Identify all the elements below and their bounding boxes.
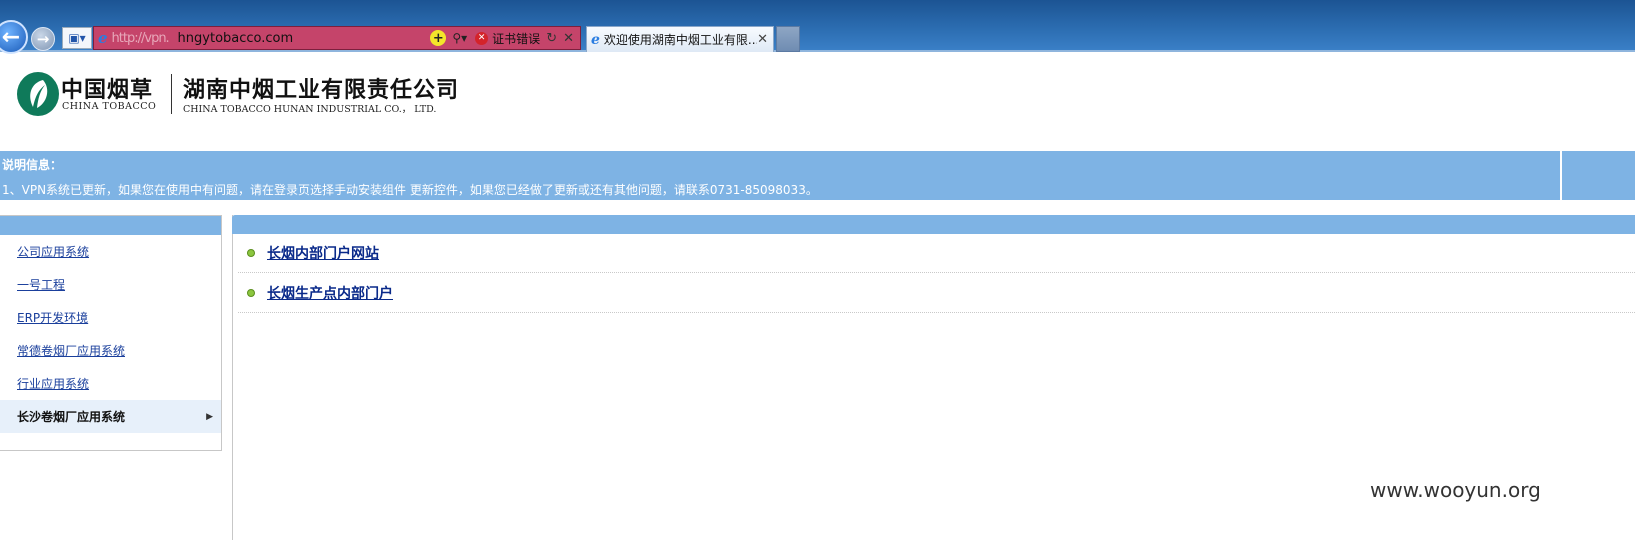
cert-error-icon[interactable]: ✕ (475, 31, 489, 45)
sidebar-header (0, 216, 221, 235)
list-item: 长烟内部门户网站 (238, 234, 1635, 273)
notice-banner-edge (1562, 151, 1635, 200)
sidebar-item-label[interactable]: 公司应用系统 (17, 243, 89, 260)
brand-en: CHINA TOBACCO (62, 101, 157, 112)
sidebar-item-label[interactable]: 常德卷烟厂应用系统 (17, 342, 125, 359)
search-icon[interactable]: ⚲▾ (452, 31, 467, 45)
brand-cn: 中国烟草 (61, 78, 154, 103)
bullet-icon (247, 289, 255, 297)
forward-button[interactable]: → (31, 27, 55, 51)
sidebar-item-company-apps[interactable]: 公司应用系统 (0, 235, 221, 268)
browser-chrome: ← → ▣▾ e http://vpn. hngytobacco.com + ⚲… (0, 0, 1635, 54)
new-tab-button[interactable] (776, 26, 800, 52)
main-divider (232, 215, 233, 540)
stop-icon[interactable]: ✕ (563, 31, 574, 46)
sidebar: 公司应用系统 一号工程 ERP开发环境 常德卷烟厂应用系统 行业应用系统 长沙卷… (0, 215, 222, 451)
list-item: 长烟生产点内部门户 (238, 274, 1635, 313)
add-icon[interactable]: + (430, 30, 447, 46)
sidebar-item-label[interactable]: 一号工程 (17, 276, 65, 293)
bullet-icon (247, 249, 255, 257)
forward-icon: → (36, 30, 50, 48)
sidebar-item-project-one[interactable]: 一号工程 (0, 268, 221, 301)
notice-text: 1、VPN系统已更新，如果您在使用中有问题，请在登录页选择手动安装组件 更新控件… (2, 183, 818, 197)
watermark: www.wooyun.org (1370, 478, 1541, 502)
sidebar-item-label[interactable]: ERP开发环境 (17, 309, 88, 326)
url-domain: hngytobacco.com (177, 30, 294, 46)
notice-title: 说明信息： (2, 158, 63, 172)
ie-icon: e (591, 31, 600, 48)
site-identity-icon: ▣▾ (68, 31, 86, 45)
leaf-icon (30, 80, 48, 108)
main-header-bar (232, 215, 1635, 234)
address-bar[interactable]: e http://vpn. hngytobacco.com + ⚲▾ ✕ 证书错… (93, 26, 581, 50)
sidebar-item-industry-apps[interactable]: 行业应用系统 (0, 367, 221, 400)
logo-divider (171, 74, 172, 114)
portal-link-production[interactable]: 长烟生产点内部门户 (267, 283, 393, 303)
site-identity-button[interactable]: ▣▾ (62, 27, 92, 49)
tab-close-icon[interactable]: ✕ (757, 32, 768, 47)
logo: 中国烟草 CHINA TOBACCO 湖南中烟工业有限责任公司 CHINA TO… (17, 70, 477, 118)
sidebar-item-label[interactable]: 行业应用系统 (17, 375, 89, 392)
chevron-right-icon: ▶ (206, 411, 213, 422)
sidebar-item-label: 长沙卷烟厂应用系统 (17, 410, 126, 424)
sidebar-item-erp-dev[interactable]: ERP开发环境 (0, 301, 221, 334)
tab-title: 欢迎使用湖南中烟工业有限... (603, 33, 758, 47)
notice-banner: 说明信息： 1、VPN系统已更新，如果您在使用中有问题，请在登录页选择手动安装组… (0, 151, 1560, 200)
portal-link-intranet[interactable]: 长烟内部门户网站 (267, 243, 379, 263)
sidebar-item-changde-factory[interactable]: 常德卷烟厂应用系统 (0, 334, 221, 367)
cert-error-label[interactable]: 证书错误 (492, 30, 540, 47)
back-icon: ← (1, 24, 21, 50)
sidebar-item-changsha-factory[interactable]: 长沙卷烟厂应用系统 ▶ (0, 400, 221, 433)
url-prefix: http://vpn. (111, 30, 170, 46)
browser-tab[interactable]: e 欢迎使用湖南中烟工业有限... ✕ (586, 26, 774, 52)
company-name-en: CHINA TOBACCO HUNAN INDUSTRIAL CO.， LTD. (183, 104, 437, 115)
ie-icon: e (98, 29, 108, 47)
company-name-cn: 湖南中烟工业有限责任公司 (183, 78, 460, 103)
back-button[interactable]: ← (0, 20, 28, 54)
refresh-icon[interactable]: ↻ (546, 31, 557, 46)
china-tobacco-logo-icon (17, 72, 59, 116)
